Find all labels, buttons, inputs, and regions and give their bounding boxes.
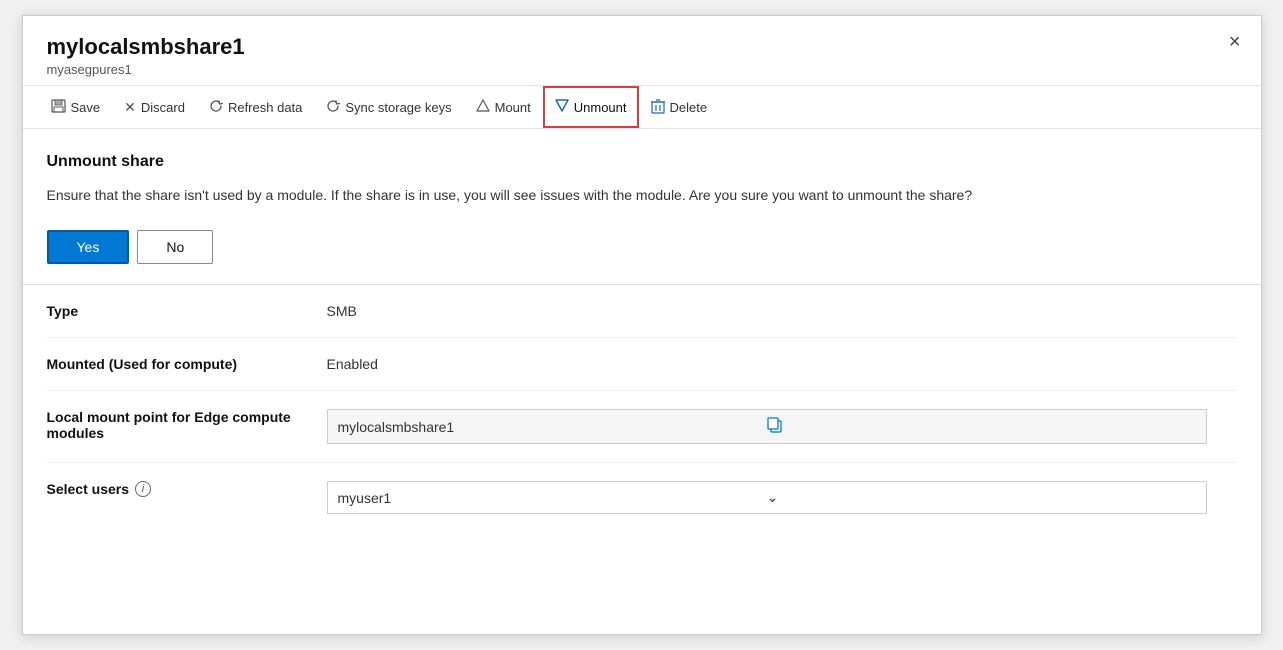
mount-icon — [476, 99, 490, 115]
confirm-section: Unmount share Ensure that the share isn'… — [23, 129, 1261, 285]
refresh-label: Refresh data — [228, 100, 302, 115]
confirm-description: Ensure that the share isn't used by a mo… — [47, 185, 1147, 206]
info-icon[interactable]: i — [135, 481, 151, 497]
mount-button[interactable]: Mount — [464, 86, 543, 128]
refresh-button[interactable]: Refresh data — [197, 86, 314, 128]
no-button[interactable]: No — [137, 230, 213, 264]
save-icon — [51, 99, 66, 116]
type-label: Type — [47, 303, 327, 319]
delete-button[interactable]: Delete — [639, 86, 720, 128]
users-label: Select users i — [47, 481, 327, 497]
mountpoint-label: Local mount point for Edge compute modul… — [47, 409, 327, 441]
detail-row-type: Type SMB — [47, 285, 1237, 338]
panel-header: mylocalsmbshare1 myasegpures1 — [23, 16, 1261, 85]
type-value: SMB — [327, 303, 1237, 319]
discard-label: Discard — [141, 100, 185, 115]
delete-label: Delete — [670, 100, 708, 115]
save-button[interactable]: Save — [39, 86, 113, 128]
discard-button[interactable]: ✕ Discard — [112, 86, 197, 128]
save-label: Save — [71, 100, 101, 115]
mountpoint-value: mylocalsmbshare1 — [327, 409, 1237, 444]
panel-title: mylocalsmbshare1 — [47, 34, 1237, 60]
sync-icon — [326, 99, 340, 116]
mounted-label: Mounted (Used for compute) — [47, 356, 327, 372]
detail-row-mounted: Mounted (Used for compute) Enabled — [47, 338, 1237, 391]
discard-icon: ✕ — [124, 99, 136, 116]
delete-icon — [651, 98, 665, 117]
confirm-buttons: Yes No — [47, 230, 1237, 264]
confirm-title: Unmount share — [47, 153, 1237, 171]
unmount-label: Unmount — [574, 100, 627, 115]
chevron-down-icon: ⌄ — [767, 489, 1196, 506]
refresh-icon — [209, 99, 223, 116]
panel-subtitle: myasegpures1 — [47, 62, 1237, 77]
mounted-value: Enabled — [327, 356, 1237, 372]
details-section: Type SMB Mounted (Used for compute) Enab… — [23, 285, 1261, 532]
unmount-button[interactable]: Unmount — [543, 86, 639, 128]
main-panel: mylocalsmbshare1 myasegpures1 × Save ✕ D… — [22, 15, 1262, 635]
sync-button[interactable]: Sync storage keys — [314, 86, 463, 128]
copy-icon[interactable] — [767, 417, 1196, 436]
users-dropdown[interactable]: myuser1 ⌄ — [327, 481, 1207, 514]
detail-row-mountpoint: Local mount point for Edge compute modul… — [47, 391, 1237, 463]
unmount-icon — [555, 99, 569, 115]
users-value: myuser1 ⌄ — [327, 481, 1237, 514]
detail-row-users: Select users i myuser1 ⌄ — [47, 463, 1237, 532]
mountpoint-input: mylocalsmbshare1 — [327, 409, 1207, 444]
yes-button[interactable]: Yes — [47, 230, 130, 264]
sync-label: Sync storage keys — [345, 100, 451, 115]
toolbar: Save ✕ Discard Refresh data Sync stora — [23, 85, 1261, 129]
close-button[interactable]: × — [1229, 32, 1241, 52]
mount-label: Mount — [495, 100, 531, 115]
